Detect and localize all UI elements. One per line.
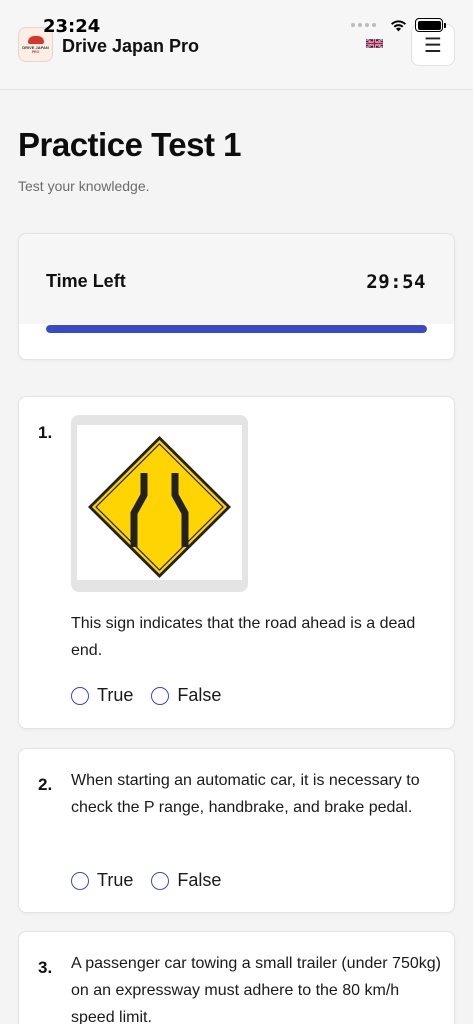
road-narrows-sign-icon	[88, 436, 231, 578]
option-label: True	[97, 870, 134, 890]
question-card-3: 3. A passenger car towing a small traile…	[18, 931, 455, 1024]
status-bar: 23:24	[0, 0, 473, 40]
option-label: False	[177, 685, 222, 705]
option-true[interactable]: True	[71, 685, 133, 706]
option-false[interactable]: False	[151, 685, 221, 706]
question-card-1: 1. This sign indicates that the road ahe…	[18, 396, 455, 729]
question-text: When starting an automatic car, it is ne…	[71, 772, 420, 816]
option-label: False	[177, 870, 222, 890]
page-subtitle: Test your knowledge.	[18, 178, 150, 194]
question-card-2: 2. When starting an automatic car, it is…	[18, 748, 455, 913]
timer-card: Time Left 29:54	[18, 233, 455, 360]
question-text: This sign indicates that the road ahead …	[71, 615, 416, 659]
wifi-icon	[391, 19, 406, 31]
answer-options: True False	[71, 870, 221, 891]
logo-subtext: PRO	[31, 49, 40, 54]
option-label: True	[97, 685, 134, 705]
radio-false[interactable]	[151, 871, 170, 890]
question-text: A passenger car towing a small trailer (…	[71, 955, 441, 1024]
question-image	[71, 415, 248, 592]
signal-dots-icon	[351, 23, 376, 27]
timer-progress-fill	[46, 325, 427, 333]
question-number: 3.	[38, 958, 53, 977]
question-number: 2.	[38, 775, 53, 794]
status-icons	[351, 18, 446, 32]
time-left-value: 29:54	[366, 271, 426, 293]
page-title: Practice Test 1	[18, 126, 242, 163]
radio-true[interactable]	[71, 871, 89, 890]
radio-true[interactable]	[71, 686, 89, 705]
radio-false[interactable]	[151, 686, 170, 705]
option-false[interactable]: False	[151, 870, 221, 891]
question-number: 1.	[38, 423, 53, 442]
time-left-label: Time Left	[46, 271, 126, 291]
timer-header: Time Left 29:54	[19, 234, 454, 324]
status-time: 23:24	[43, 16, 101, 37]
battery-icon	[415, 18, 446, 32]
timer-progress-bar	[46, 325, 427, 333]
option-true[interactable]: True	[71, 870, 133, 891]
answer-options: True False	[71, 685, 221, 706]
